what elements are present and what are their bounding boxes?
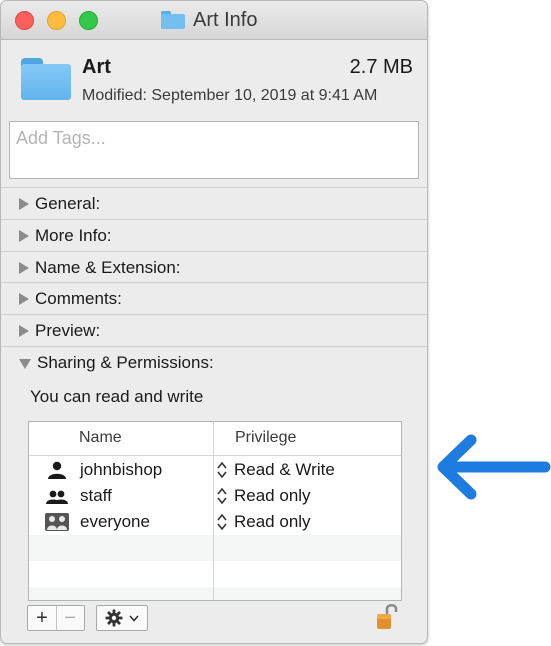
section-more-info[interactable]: More Info:: [1, 219, 427, 251]
user-icon: [48, 461, 66, 479]
info-window: Art Info Art 2.7 MB Modified: September …: [0, 0, 428, 644]
disclosure-triangle-icon[interactable]: [19, 229, 29, 242]
table-row[interactable]: staff Read only: [29, 483, 401, 509]
privilege-value[interactable]: Read & Write: [234, 460, 335, 480]
section-general[interactable]: General:: [1, 187, 427, 219]
window-title: Art Info: [161, 8, 257, 32]
everyone-icon: [45, 513, 69, 531]
title-bar: Art Info: [1, 1, 427, 40]
section-label: Comments:: [35, 288, 122, 308]
action-menu-button[interactable]: [96, 605, 148, 631]
window-title-text: Art Info: [193, 8, 258, 31]
section-name-extension[interactable]: Name & Extension:: [1, 251, 427, 283]
table-header: Name Privilege: [29, 422, 401, 456]
user-name: johnbishop: [80, 460, 163, 479]
modified-date: Modified: September 10, 2019 at 9:41 AM: [82, 87, 378, 104]
permission-summary: You can read and write: [30, 387, 204, 406]
gear-icon: [105, 609, 123, 627]
chevron-down-icon: [129, 615, 139, 622]
permissions-table: Name Privilege johnbishop Read & Write s: [28, 421, 402, 601]
chevron-up-down-icon[interactable]: [216, 512, 228, 532]
add-remove-control: + −: [27, 605, 85, 631]
tags-input[interactable]: [10, 122, 417, 155]
column-divider: [213, 422, 214, 600]
column-header-privilege[interactable]: Privilege: [235, 429, 296, 447]
privilege-value[interactable]: Read only: [234, 486, 311, 506]
folder-icon: [21, 58, 71, 100]
add-user-button[interactable]: +: [28, 606, 57, 630]
empty-row: [29, 587, 401, 600]
section-label: Preview:: [35, 320, 101, 340]
info-header: Art 2.7 MB Modified: September 10, 2019 …: [1, 40, 427, 113]
table-row[interactable]: everyone Read only: [29, 509, 401, 535]
empty-row: [29, 561, 401, 587]
disclosure-triangle-icon[interactable]: [19, 261, 29, 274]
chevron-up-down-icon[interactable]: [216, 486, 228, 506]
arrow-left-icon: [437, 434, 551, 500]
section-label: General:: [35, 193, 101, 213]
disclosure-triangle-icon[interactable]: [19, 358, 31, 369]
zoom-button[interactable]: [79, 11, 98, 30]
minimize-button[interactable]: [47, 11, 66, 30]
chevron-up-down-icon[interactable]: [216, 460, 228, 480]
empty-row: [29, 535, 401, 561]
disclosure-triangle-icon[interactable]: [19, 324, 29, 337]
group-icon: [46, 490, 68, 504]
item-name: Art: [82, 56, 111, 78]
disclosure-triangle-icon[interactable]: [19, 292, 29, 305]
disclosure-triangle-icon[interactable]: [19, 197, 29, 210]
section-label: Sharing & Permissions:: [37, 352, 214, 372]
section-label: Name & Extension:: [35, 257, 181, 277]
section-label: More Info:: [35, 225, 112, 245]
item-size: 2.7 MB: [349, 56, 413, 78]
column-header-name[interactable]: Name: [79, 429, 122, 447]
close-button[interactable]: [15, 11, 34, 30]
section-sharing-permissions[interactable]: Sharing & Permissions:: [1, 346, 427, 378]
table-row[interactable]: johnbishop Read & Write: [29, 457, 401, 483]
section-preview[interactable]: Preview:: [1, 314, 427, 346]
user-name: everyone: [80, 512, 150, 531]
remove-user-button[interactable]: −: [56, 606, 84, 630]
section-comments[interactable]: Comments:: [1, 282, 427, 314]
folder-icon: [161, 11, 185, 29]
tags-field-box: [9, 121, 419, 179]
privilege-value[interactable]: Read only: [234, 512, 311, 532]
user-name: staff: [80, 486, 112, 505]
lock-open-icon[interactable]: [376, 601, 398, 631]
